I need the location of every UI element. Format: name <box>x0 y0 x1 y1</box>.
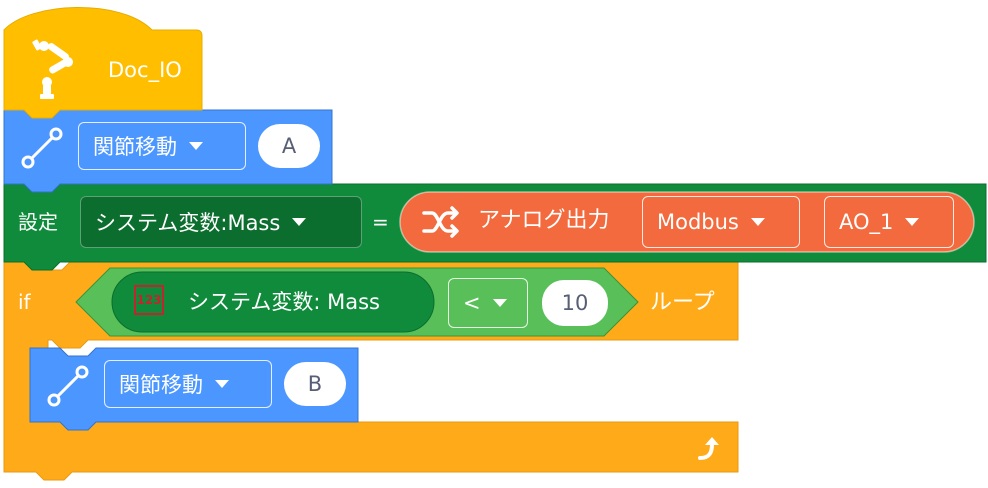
port-dropdown[interactable]: AO_1 <box>824 196 954 248</box>
move-type-label-b: 関節移動 <box>119 373 203 397</box>
equals-sign: = <box>372 210 389 234</box>
analog-output-reporter[interactable]: アナログ出力 Modbus AO_1 <box>400 192 974 252</box>
line-path-icon <box>20 126 64 174</box>
chevron-down-icon <box>189 142 203 150</box>
move-type-dropdown-b[interactable]: 関節移動 <box>104 360 272 408</box>
loop-arrow-icon <box>694 434 722 466</box>
line-path-icon <box>46 364 90 412</box>
set-label: 設定 <box>18 210 58 234</box>
move-type-dropdown-a[interactable]: 関節移動 <box>78 122 246 170</box>
variable-reporter[interactable]: 123 システム変数: Mass <box>112 272 434 332</box>
variable-dropdown-label: システム変数:Mass <box>95 211 281 235</box>
target-input-b[interactable]: B <box>284 362 346 406</box>
chevron-down-icon <box>750 218 765 226</box>
move-type-label-a: 関節移動 <box>93 135 177 159</box>
chevron-down-icon <box>492 299 507 307</box>
compare-value-input[interactable]: 10 <box>542 280 608 326</box>
number-badge-icon: 123 <box>134 285 164 315</box>
operator-label: < <box>463 291 481 315</box>
compare-block[interactable]: 123 システム変数: Mass < 10 <box>76 268 638 336</box>
chevron-down-icon <box>292 218 307 226</box>
if-label: if <box>18 290 31 314</box>
chevron-down-icon <box>905 218 920 226</box>
chevron-down-icon <box>215 380 229 388</box>
hat-title: Doc_IO <box>108 58 182 82</box>
operator-dropdown[interactable]: < <box>448 278 528 328</box>
port-label: AO_1 <box>839 210 894 234</box>
loop-label: ループ <box>650 290 715 315</box>
variable-reporter-label: システム変数: Mass <box>188 290 380 314</box>
analog-output-label: アナログ出力 <box>478 208 610 233</box>
move-block-a[interactable]: 関節移動 A <box>4 110 332 184</box>
target-input-a[interactable]: A <box>258 124 320 168</box>
hat-block[interactable]: Doc_IO <box>4 30 202 110</box>
move-block-b[interactable]: 関節移動 B <box>30 348 358 422</box>
protocol-dropdown[interactable]: Modbus <box>642 196 800 248</box>
protocol-label: Modbus <box>657 210 739 234</box>
shuffle-icon <box>422 206 462 242</box>
variable-dropdown[interactable]: システム変数:Mass <box>80 196 362 248</box>
robot-arm-icon <box>28 38 82 106</box>
